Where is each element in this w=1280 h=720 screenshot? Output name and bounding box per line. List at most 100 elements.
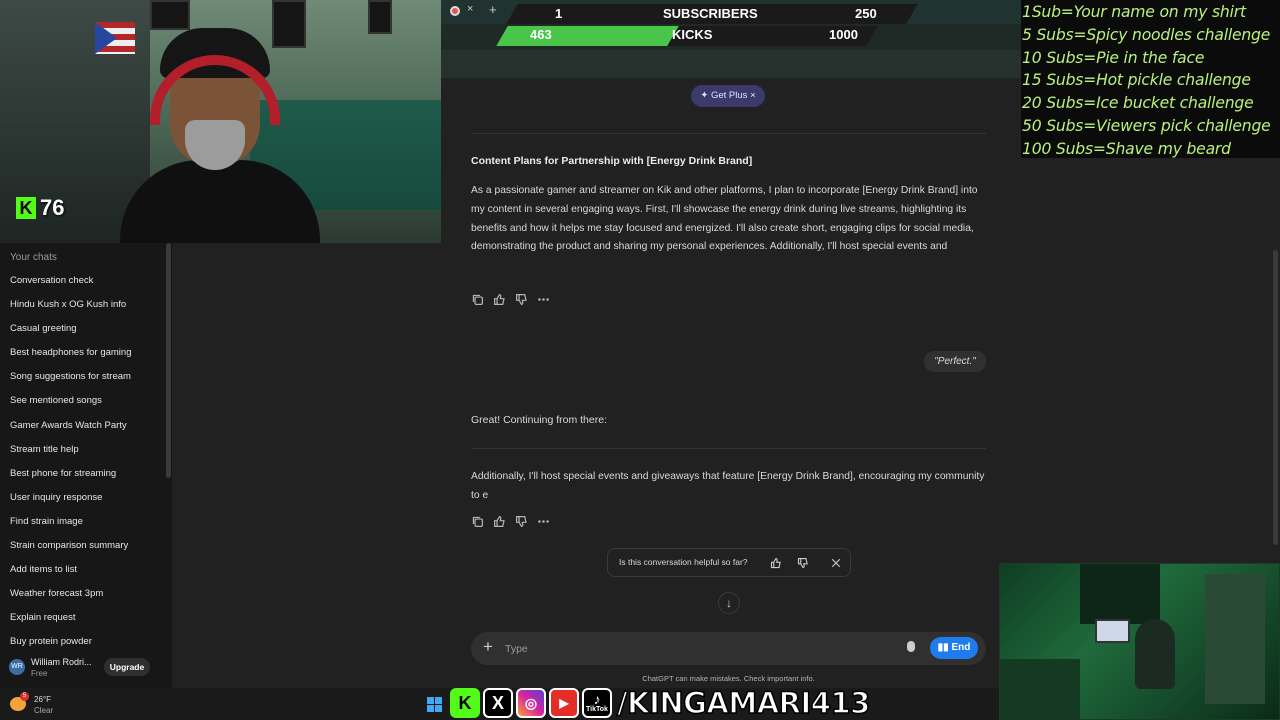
- user-name: William Rodri...: [31, 657, 92, 667]
- get-plus-button[interactable]: ✦ Get Plus ×: [691, 85, 765, 107]
- chat-history-item[interactable]: Hindu Kush x OG Kush info: [0, 293, 172, 317]
- end-voice-button[interactable]: ▮▮ End: [930, 637, 978, 659]
- voice-wave-icon: ▮▮: [937, 642, 952, 653]
- thumbs-up-icon[interactable]: [770, 557, 782, 569]
- streamer-webcam: K 76: [0, 0, 441, 243]
- upgrade-button[interactable]: Upgrade: [104, 658, 150, 676]
- kick-goal-progress: [496, 26, 679, 46]
- room-furniture: [1000, 659, 1080, 719]
- webcam-poster: [150, 0, 190, 30]
- microphone-icon[interactable]: [907, 641, 915, 652]
- sub-goal-item: 15 Subs=Hot pickle challenge: [1022, 71, 1251, 90]
- chat-history-item[interactable]: Add items to list: [0, 558, 172, 582]
- stream-handle: /KINGAMARI413: [616, 685, 871, 720]
- sub-goals-list: 1Sub=Your name on my shirt 5 Subs=Spicy …: [1021, 0, 1280, 158]
- chat-history-item[interactable]: Weather forecast 3pm: [0, 582, 172, 606]
- chat-history-item[interactable]: Stream title help: [0, 438, 172, 462]
- room-monitor: [1095, 619, 1130, 643]
- room-shelf: [1080, 564, 1160, 624]
- windows-start-icon[interactable]: [427, 697, 442, 712]
- chat-history-item[interactable]: See mentioned songs: [0, 389, 172, 413]
- end-label: End: [951, 642, 971, 653]
- recording-icon: [450, 6, 460, 16]
- avatar[interactable]: WR: [9, 659, 25, 675]
- kick-follower-count: K 76: [16, 195, 64, 221]
- thumbs-up-icon[interactable]: [493, 293, 506, 306]
- user-account[interactable]: WR William Rodri... Free Upgrade: [0, 653, 172, 688]
- kick-icon: K: [450, 688, 480, 718]
- chat-history-item[interactable]: Buy protein powder: [0, 630, 172, 654]
- sub-goal-item: 1Sub=Your name on my shirt: [1022, 3, 1246, 21]
- message-composer: + ▮▮ End: [471, 632, 986, 665]
- close-tab-button[interactable]: ×: [467, 3, 473, 15]
- webcam-flag: [95, 22, 135, 54]
- room-webcam: [999, 563, 1280, 720]
- sub-goal-target: 250: [855, 6, 877, 21]
- assistant-reply-intro: Great! Continuing from there:: [471, 414, 607, 426]
- assistant-reply-body: As a passionate gamer and streamer on Ki…: [471, 185, 978, 253]
- sidebar-scrollbar[interactable]: [166, 243, 171, 478]
- empty-area: [172, 243, 441, 688]
- more-options-icon[interactable]: [537, 515, 550, 528]
- new-tab-button[interactable]: +: [489, 2, 497, 17]
- kick-icon: K: [16, 197, 36, 219]
- feedback-prompt: Is this conversation helpful so far?: [607, 548, 851, 577]
- chat-history-item[interactable]: Casual greeting: [0, 317, 172, 341]
- temperature: 26°F: [34, 695, 51, 704]
- message-input[interactable]: [505, 640, 885, 657]
- sub-goal-item: 50 Subs=Viewers pick challenge: [1022, 116, 1271, 135]
- copy-icon[interactable]: [471, 515, 484, 528]
- browser-toolbar: [441, 50, 1021, 78]
- webcam-poster: [368, 0, 392, 34]
- message-actions: [471, 515, 550, 528]
- notification-badge: 5: [20, 692, 29, 701]
- webcam-poster: [272, 0, 306, 48]
- arrow-down-icon: ↓: [726, 596, 732, 610]
- user-plan: Free: [31, 669, 48, 678]
- thumbs-down-icon[interactable]: [515, 293, 528, 306]
- chat-history-item[interactable]: Song suggestions for stream: [0, 365, 172, 389]
- kick-goal-label: KICKS: [672, 27, 713, 42]
- room-person: [1135, 619, 1175, 689]
- thumbs-down-icon[interactable]: [515, 515, 528, 528]
- attach-plus-icon[interactable]: +: [483, 637, 493, 657]
- chat-history-item[interactable]: Best phone for streaming: [0, 462, 172, 486]
- thumbs-down-icon[interactable]: [797, 557, 809, 569]
- chat-history-item[interactable]: Strain comparison summary: [0, 534, 172, 558]
- assistant-reply-body: Additionally, I'll host special events a…: [471, 471, 985, 501]
- sub-goal-item: 20 Subs=Ice bucket challenge: [1022, 94, 1254, 113]
- social-handle-overlay: K X ◎ ▶ ♪ TikTok /KINGAMARI413: [450, 685, 871, 720]
- get-plus-close-icon[interactable]: ×: [750, 90, 756, 101]
- chat-history-item[interactable]: Best headphones for gaming: [0, 341, 172, 365]
- kick-goal-current: 463: [530, 27, 552, 42]
- tiktok-label: TikTok: [586, 706, 608, 713]
- copy-icon[interactable]: [471, 293, 484, 306]
- sub-goal-current: 1: [555, 6, 563, 21]
- chat-sidebar: Your chats Conversation check Hindu Kush…: [0, 243, 172, 688]
- thumbs-up-icon[interactable]: [493, 515, 506, 528]
- close-icon[interactable]: [830, 557, 842, 569]
- chat-history-item[interactable]: Explain request: [0, 606, 172, 630]
- message-actions: [471, 293, 550, 306]
- get-plus-label: ✦ Get Plus: [700, 90, 748, 101]
- sub-goal-item: 10 Subs=Pie in the face: [1022, 48, 1205, 67]
- weather-condition: Clear: [34, 706, 54, 715]
- main-scrollbar[interactable]: [1273, 250, 1278, 545]
- sub-goal-label: SUBSCRIBERS: [663, 6, 758, 21]
- chat-main: ✦ Get Plus × Content Plans for Partnersh…: [441, 78, 1021, 688]
- chat-history-item[interactable]: Conversation check: [0, 269, 172, 293]
- sub-goal-item: 5 Subs=Spicy noodles challenge: [1022, 25, 1271, 44]
- chat-history-item[interactable]: User inquiry response: [0, 486, 172, 510]
- more-options-icon[interactable]: [537, 293, 550, 306]
- scroll-down-button[interactable]: ↓: [718, 592, 740, 614]
- chat-history-item[interactable]: Find strain image: [0, 510, 172, 534]
- feedback-question: Is this conversation helpful so far?: [619, 557, 748, 567]
- chat-history-item[interactable]: Gamer Awards Watch Party: [0, 414, 172, 438]
- youtube-icon: ▶: [549, 688, 579, 718]
- disclaimer-text: ChatGPT can make mistakes. Check importa…: [642, 674, 815, 683]
- your-chats-header: Your chats: [10, 252, 57, 263]
- chat-history-list: Conversation check Hindu Kush x OG Kush …: [0, 269, 172, 655]
- sub-goal-overlay: 1 SUBSCRIBERS 250 463 KICKS 1000: [496, 4, 918, 46]
- sub-goal-item: 100 Subs=Shave my beard: [1022, 139, 1231, 158]
- instagram-icon: ◎: [516, 688, 546, 718]
